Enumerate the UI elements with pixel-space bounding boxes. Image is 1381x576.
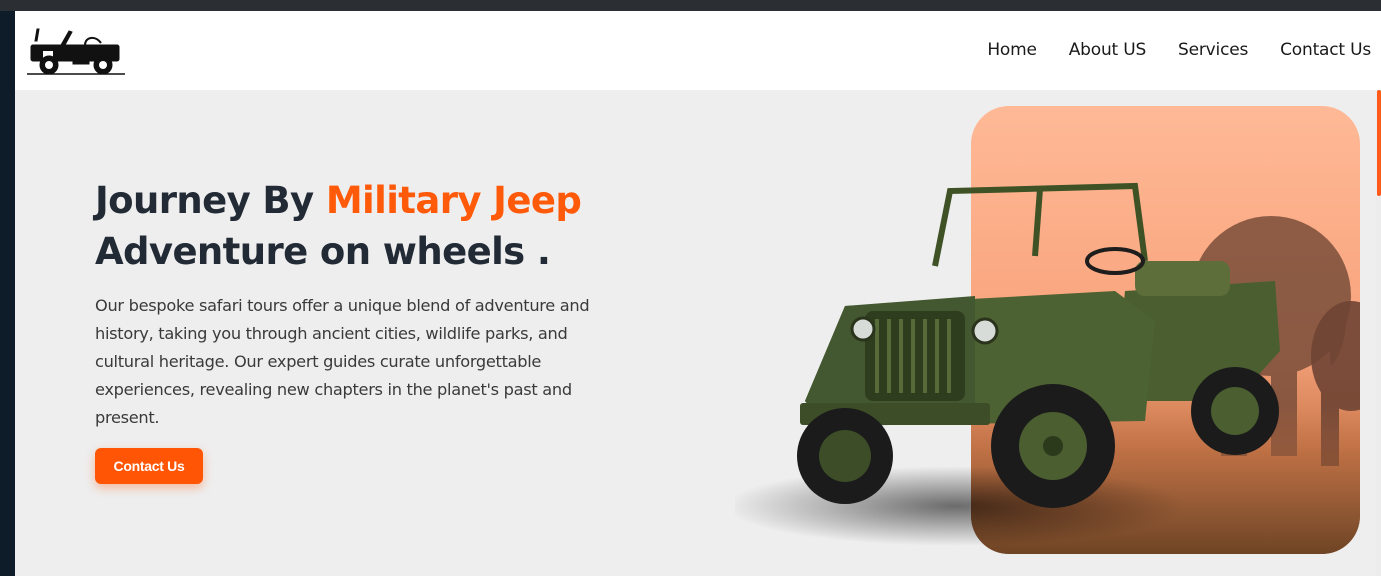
left-side-strip	[0, 11, 15, 576]
contact-us-button[interactable]: Contact Us	[95, 448, 203, 484]
browser-frame: Home About US Services Contact Us Journe…	[0, 0, 1381, 576]
hero-description: Our bespoke safari tours offer a unique …	[95, 296, 590, 427]
scrollbar[interactable]	[1376, 90, 1381, 576]
browser-top-bar	[0, 0, 1381, 11]
jeep-logo-icon[interactable]	[25, 23, 127, 79]
navbar: Home About US Services Contact Us	[15, 11, 1381, 90]
hero-title-prefix: Journey By	[95, 179, 326, 222]
hero-title-line2: Adventure on wheels .	[95, 230, 551, 273]
hero-title: Journey By Military Jeep Adventure on wh…	[95, 175, 582, 277]
military-jeep-with-elephants-image	[735, 182, 1280, 546]
nav-home[interactable]: Home	[987, 40, 1037, 60]
scrollbar-thumb[interactable]	[1377, 90, 1381, 196]
web-page: Home About US Services Contact Us Journe…	[15, 11, 1381, 576]
main-nav: Home About US Services Contact Us	[987, 40, 1371, 60]
nav-services[interactable]: Services	[1178, 40, 1248, 60]
hero-title-accent: Military Jeep	[325, 179, 582, 222]
nav-contact-us[interactable]: Contact Us	[1280, 40, 1371, 60]
nav-about-us[interactable]: About US	[1069, 40, 1147, 60]
